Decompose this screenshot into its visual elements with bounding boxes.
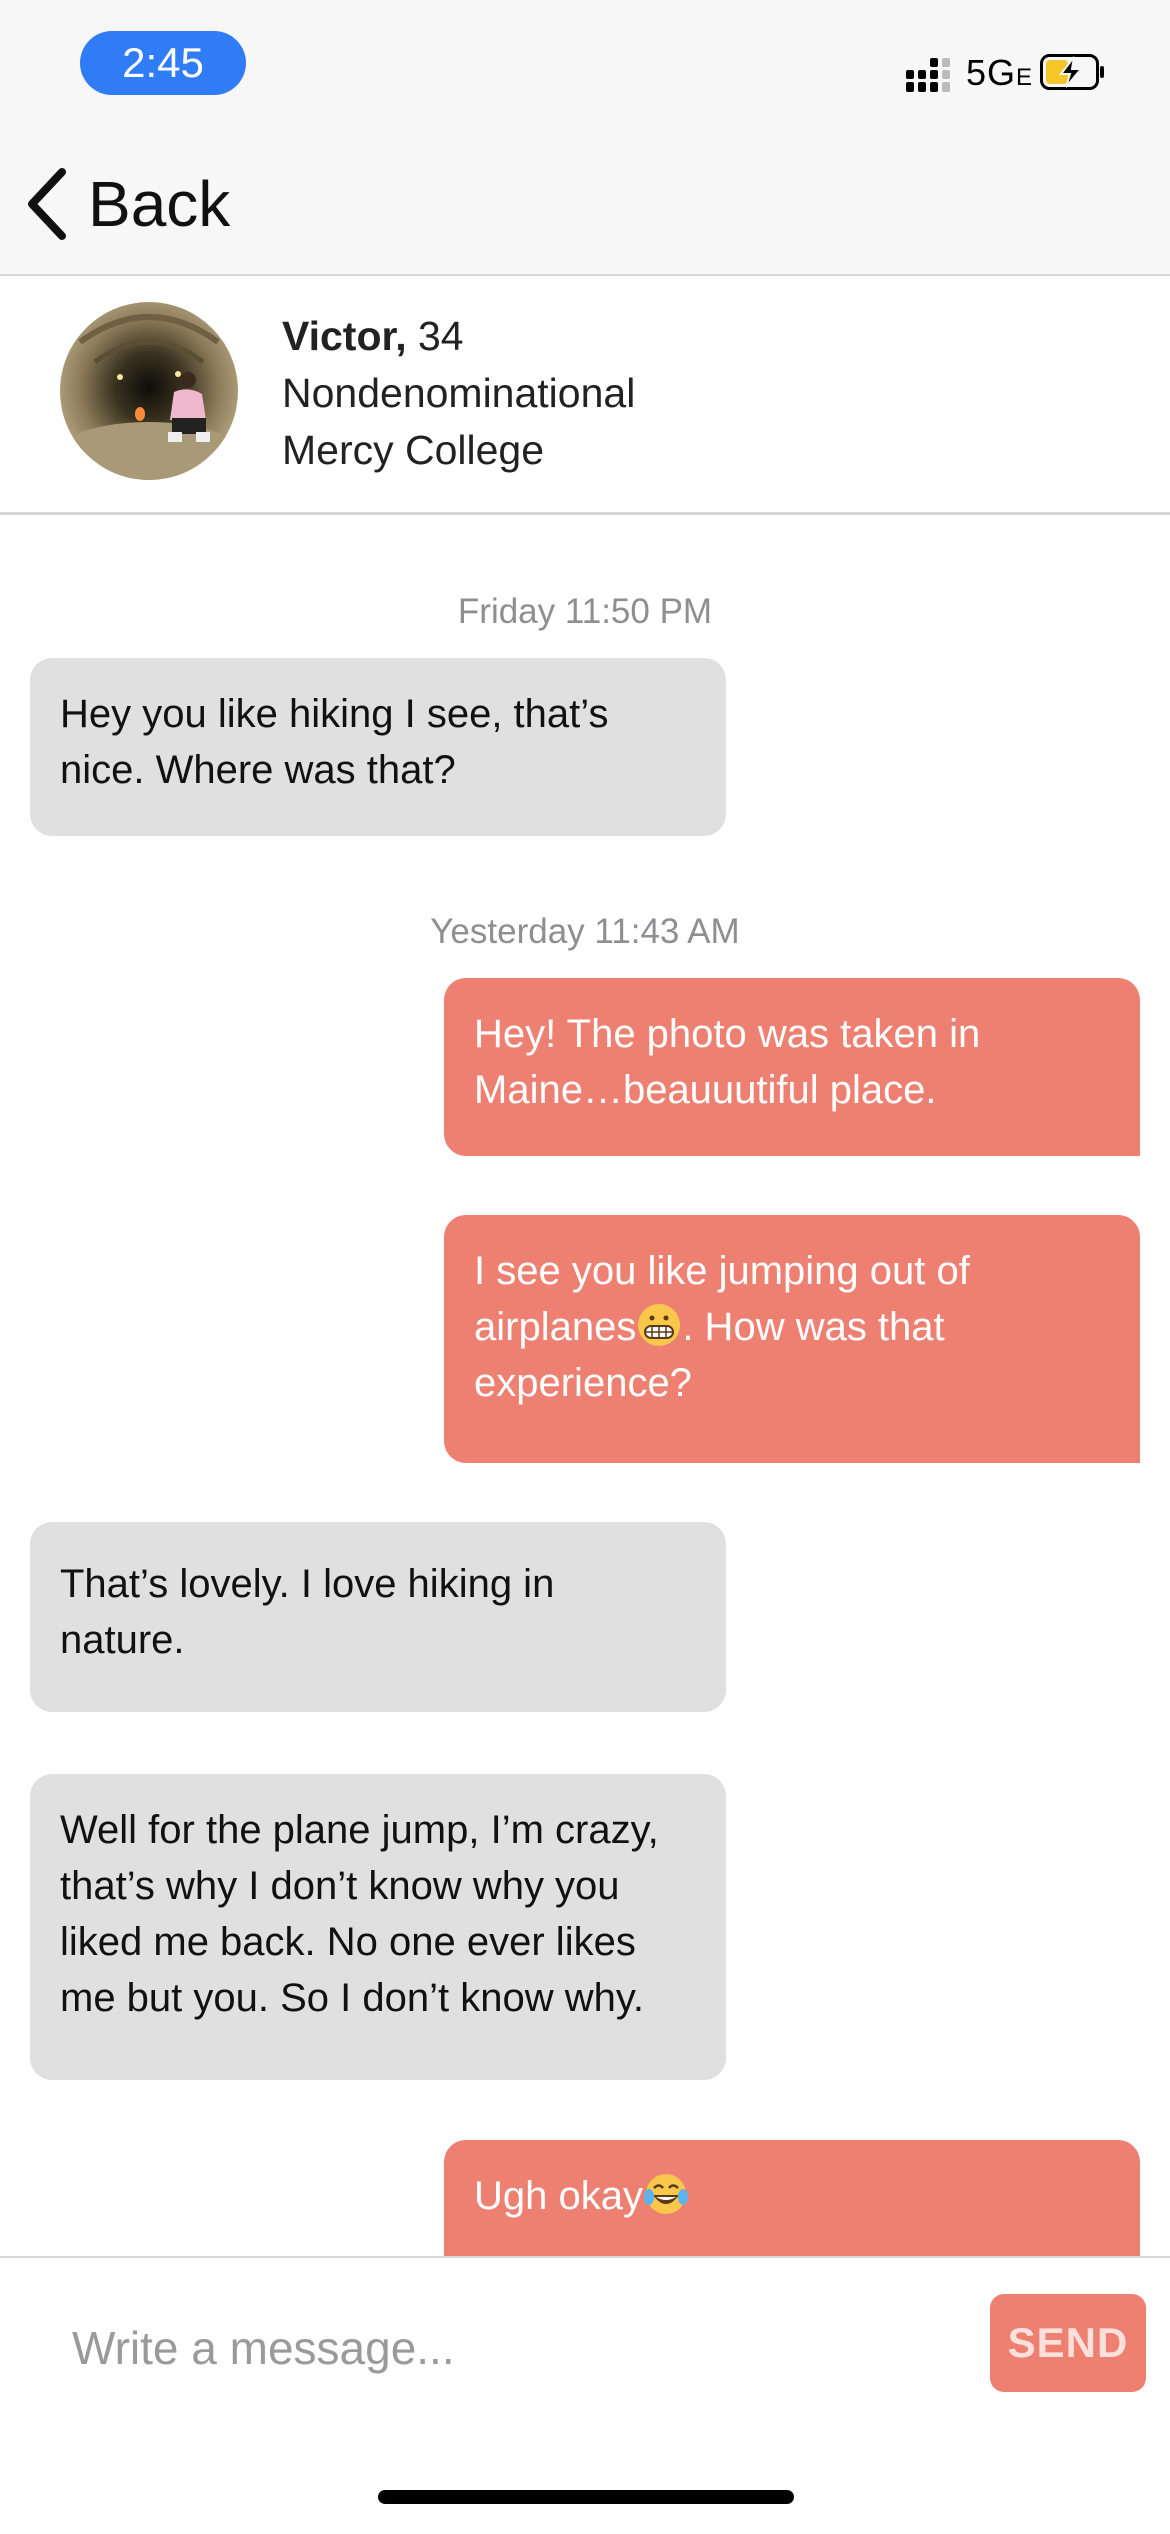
- profile-age: 34: [418, 313, 464, 359]
- back-button[interactable]: Back: [22, 164, 230, 244]
- message-text: Hey you like hiking I see, that’s nice. …: [60, 692, 609, 792]
- tears-of-joy-emoji: [643, 2174, 688, 2214]
- profile-religion: Nondenominational: [282, 370, 636, 416]
- message-text: Ugh okay: [474, 2174, 643, 2218]
- outgoing-message[interactable]: Hey! The photo was taken in Maine…beauuu…: [444, 978, 1140, 1156]
- message-text: Well for the plane jump, I’m crazy, that…: [60, 1808, 659, 2020]
- back-label: Back: [88, 168, 231, 240]
- outgoing-message[interactable]: Ugh okay: [444, 2140, 1140, 2256]
- message-text: That’s lovely. I love hiking in nature.: [60, 1562, 555, 1662]
- grimacing-face-emoji: [638, 1304, 681, 1346]
- incoming-message[interactable]: Well for the plane jump, I’m crazy, that…: [30, 1774, 726, 2080]
- outgoing-message[interactable]: I see you like jumping out of airplanes …: [444, 1215, 1140, 1463]
- incoming-message[interactable]: That’s lovely. I love hiking in nature.: [30, 1522, 726, 1712]
- profile-school: Mercy College: [282, 427, 545, 473]
- match-profile-header[interactable]: Victor, 34 Nondenominational Mercy Colle…: [0, 276, 1170, 515]
- send-button[interactable]: SEND: [990, 2294, 1146, 2392]
- profile-name: Victor,: [282, 313, 407, 359]
- avatar[interactable]: [60, 302, 238, 480]
- message-timestamp: Friday 11:50 PM: [457, 592, 713, 631]
- home-indicator[interactable]: [378, 2490, 794, 2504]
- cellular-signal-icon: [906, 58, 950, 92]
- nav-bar: Back: [0, 138, 1170, 276]
- profile-details: Victor, 34 Nondenominational Mercy Colle…: [282, 308, 635, 479]
- status-bar: 2:45 5GE: [0, 0, 1170, 138]
- battery-charging-icon: [1040, 54, 1104, 90]
- network-type: 5GE: [966, 52, 1034, 93]
- message-text: Hey! The photo was taken in Maine…beauuu…: [474, 1012, 981, 1112]
- status-time[interactable]: 2:45: [80, 31, 246, 95]
- message-timestamp: Yesterday 11:43 AM: [430, 912, 740, 951]
- message-input[interactable]: [70, 2302, 954, 2394]
- incoming-message[interactable]: Hey you like hiking I see, that’s nice. …: [30, 658, 726, 836]
- chevron-left-icon: [28, 168, 66, 240]
- profile-name-age: Victor, 34: [282, 308, 635, 365]
